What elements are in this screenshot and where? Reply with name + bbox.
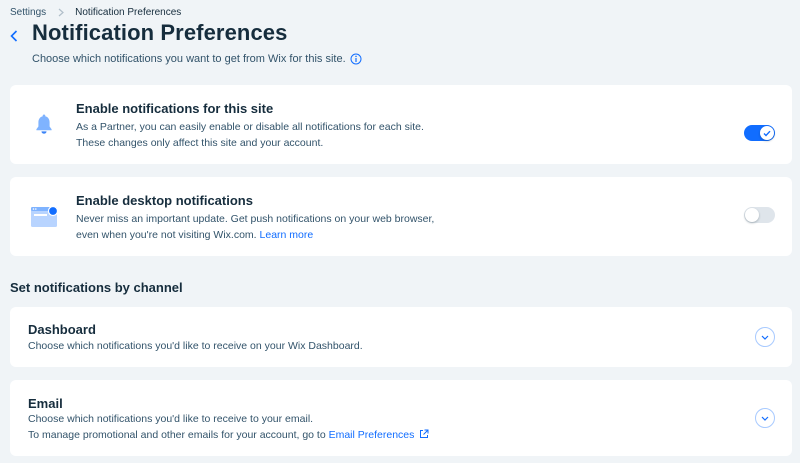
chevron-down-icon (761, 416, 769, 421)
desktop-notifications-desc-line: Never miss an important update. Get push… (76, 213, 435, 225)
bell-icon (34, 113, 54, 140)
email-channel-card[interactable]: Email Choose which notifications you'd l… (10, 380, 792, 456)
desktop-notifications-desc-line: even when you're not visiting Wix.com. L… (76, 227, 434, 243)
email-channel-desc-line: To manage promotional and other emails f… (28, 427, 429, 443)
email-channel-title: Email (28, 396, 63, 411)
email-channel-desc-text: To manage promotional and other emails f… (28, 429, 326, 441)
info-icon[interactable] (350, 53, 362, 65)
dashboard-channel-title: Dashboard (28, 322, 96, 337)
page-subtitle: Choose which notifications you want to g… (32, 53, 362, 65)
browser-notification-icon (30, 204, 60, 233)
page-subtitle-text: Choose which notifications you want to g… (32, 53, 346, 65)
breadcrumb-settings[interactable]: Settings (10, 7, 46, 18)
email-expand-button[interactable] (755, 408, 775, 428)
email-channel-description: Choose which notifications you'd like to… (28, 411, 429, 443)
desktop-notifications-card: Enable desktop notifications Never miss … (10, 177, 792, 256)
dashboard-channel-desc-line: Choose which notifications you'd like to… (28, 340, 363, 352)
site-notifications-desc-line: As a Partner, you can easily enable or d… (76, 121, 424, 133)
channels-section-title: Set notifications by channel (10, 280, 183, 295)
site-notifications-toggle[interactable] (744, 125, 775, 141)
notification-preferences-page: Settings Notification Preferences Notifi… (0, 0, 800, 463)
dashboard-channel-description: Choose which notifications you'd like to… (28, 338, 363, 354)
breadcrumb-current: Notification Preferences (75, 6, 182, 18)
back-button[interactable] (7, 29, 21, 43)
breadcrumb-separator-icon (58, 8, 65, 17)
checkmark-icon (763, 130, 771, 137)
desktop-notifications-desc-text: even when you're not visiting Wix.com. (76, 229, 257, 241)
site-notifications-card: Enable notifications for this site As a … (10, 85, 792, 164)
site-notifications-desc-line: These changes only affect this site and … (76, 137, 324, 149)
desktop-notifications-description: Never miss an important update. Get push… (76, 211, 434, 243)
dashboard-channel-card[interactable]: Dashboard Choose which notifications you… (10, 307, 792, 367)
toggle-knob (760, 126, 774, 140)
page-title: Notification Preferences (32, 20, 288, 45)
learn-more-link[interactable]: Learn more (260, 229, 314, 241)
external-link-icon[interactable] (419, 429, 429, 439)
chevron-left-icon (10, 30, 18, 42)
breadcrumb: Settings Notification Preferences (10, 6, 181, 18)
site-notifications-description: As a Partner, you can easily enable or d… (76, 119, 424, 151)
toggle-knob (745, 208, 759, 222)
email-preferences-link[interactable]: Email Preferences (329, 429, 415, 441)
dashboard-expand-button[interactable] (755, 327, 775, 347)
desktop-notifications-toggle[interactable] (744, 207, 775, 223)
chevron-down-icon (761, 335, 769, 340)
desktop-notifications-title: Enable desktop notifications (76, 193, 253, 208)
email-channel-desc-line: Choose which notifications you'd like to… (28, 413, 314, 425)
site-notifications-title: Enable notifications for this site (76, 101, 274, 116)
